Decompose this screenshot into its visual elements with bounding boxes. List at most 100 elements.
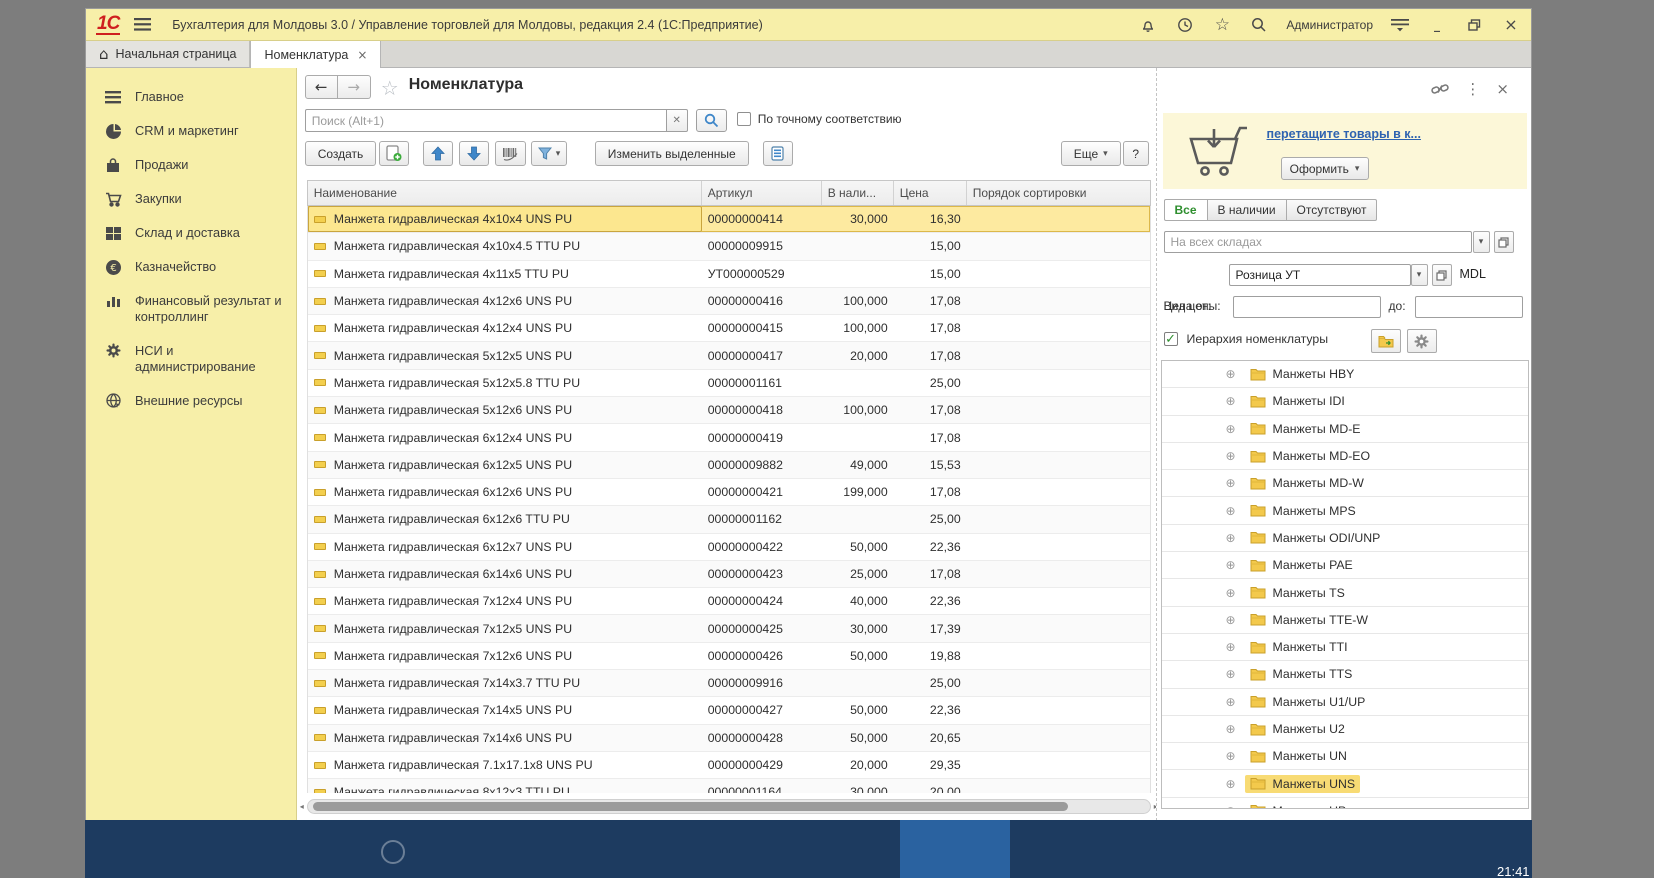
sidebar-item[interactable]: €Казначейство bbox=[86, 250, 296, 284]
restore-button[interactable] bbox=[1464, 15, 1484, 35]
expand-icon[interactable]: ⊕ bbox=[1224, 394, 1238, 408]
table-row[interactable]: Манжета гидравлическая 4x11x5 TTU PUУТ00… bbox=[308, 261, 1150, 288]
table-row[interactable]: Манжета гидравлическая 6x12x6 UNS PU0000… bbox=[308, 479, 1150, 506]
close-window-button[interactable]: × bbox=[1501, 15, 1521, 35]
tab-nomenclature[interactable]: Номенклатура × bbox=[250, 41, 381, 68]
tree-node[interactable]: ⊕Манжеты MPS bbox=[1162, 497, 1528, 524]
tree-node[interactable]: ⊕Манжеты IDI bbox=[1162, 388, 1528, 415]
more-options-dots-icon[interactable]: ⋮ bbox=[1465, 80, 1480, 98]
expand-icon[interactable]: ⊕ bbox=[1224, 640, 1238, 654]
tree-settings-gear-icon[interactable] bbox=[1407, 329, 1437, 353]
create-group-icon[interactable] bbox=[379, 141, 409, 166]
horizontal-scrollbar[interactable]: ◂ ▸ bbox=[307, 799, 1151, 814]
expand-icon[interactable]: ⊕ bbox=[1224, 722, 1238, 736]
tree-node[interactable]: ⊕Манжеты UN bbox=[1162, 743, 1528, 770]
filter-icon[interactable]: ▾ bbox=[531, 141, 568, 166]
price-from-input[interactable] bbox=[1233, 296, 1381, 318]
tree-node[interactable]: ⊕Манжеты TTS bbox=[1162, 661, 1528, 688]
warehouse-open-icon[interactable] bbox=[1494, 231, 1514, 253]
warehouse-dropdown-icon[interactable]: ▾ bbox=[1473, 231, 1490, 253]
sidebar-item[interactable]: Главное bbox=[86, 80, 296, 114]
expand-icon[interactable]: ⊕ bbox=[1224, 504, 1238, 518]
more-button[interactable]: Еще▾ bbox=[1061, 141, 1121, 166]
tree-node[interactable]: ⊕Манжеты MD-EO bbox=[1162, 443, 1528, 470]
expand-icon[interactable]: ⊕ bbox=[1224, 531, 1238, 545]
table-row[interactable]: Манжета гидравлическая 5x12x5 UNS PU0000… bbox=[308, 342, 1150, 369]
table-row[interactable]: Манжета гидравлическая 4x10x4 UNS PU0000… bbox=[308, 206, 1150, 233]
taskbar-active-button[interactable] bbox=[900, 820, 1010, 878]
price-to-input[interactable] bbox=[1415, 296, 1523, 318]
expand-icon[interactable]: ⊕ bbox=[1224, 422, 1238, 436]
minimize-button[interactable]: _ bbox=[1427, 15, 1447, 35]
favorites-star-icon[interactable]: ☆ bbox=[1212, 15, 1232, 35]
close-panel-icon[interactable]: × bbox=[1496, 80, 1509, 98]
table-row[interactable]: Манжета гидравлическая 6x12x6 TTU PU0000… bbox=[308, 506, 1150, 533]
sidebar-item[interactable]: Продажи bbox=[86, 148, 296, 182]
column-header[interactable]: Артикул bbox=[702, 181, 822, 205]
sidebar-item[interactable]: НСИ и администрирование bbox=[86, 334, 296, 384]
price-type-select[interactable]: Розница УТ bbox=[1229, 264, 1411, 286]
table-row[interactable]: Манжета гидравлическая 5x12x6 UNS PU0000… bbox=[308, 397, 1150, 424]
move-down-icon[interactable] bbox=[459, 141, 489, 166]
column-header[interactable]: В нали... bbox=[822, 181, 894, 205]
barcode-scanner-icon[interactable] bbox=[495, 141, 526, 166]
table-row[interactable]: Манжета гидравлическая 7x12x6 UNS PU0000… bbox=[308, 643, 1150, 670]
tree-node[interactable]: ⊕Манжеты U2 bbox=[1162, 716, 1528, 743]
expand-icon[interactable]: ⊕ bbox=[1224, 586, 1238, 600]
expand-icon[interactable]: ⊕ bbox=[1224, 476, 1238, 490]
table-row[interactable]: Манжета гидравлическая 4x12x4 UNS PU0000… bbox=[308, 315, 1150, 342]
price-type-dropdown-icon[interactable]: ▾ bbox=[1411, 264, 1428, 286]
tree-node[interactable]: ⊕Манжеты PAE bbox=[1162, 552, 1528, 579]
expand-icon[interactable]: ⊕ bbox=[1224, 695, 1238, 709]
tree-node[interactable]: ⊕Манжеты HBY bbox=[1162, 361, 1528, 388]
checkout-button[interactable]: Оформить▾ bbox=[1281, 157, 1369, 180]
expand-icon[interactable]: ⊕ bbox=[1224, 367, 1238, 381]
table-row[interactable]: Манжета гидравлическая 6x12x7 UNS PU0000… bbox=[308, 534, 1150, 561]
table-row[interactable]: Манжета гидравлическая 4x12x6 UNS PU0000… bbox=[308, 288, 1150, 315]
current-user[interactable]: Администратор bbox=[1286, 18, 1373, 32]
table-row[interactable]: Манжета гидравлическая 7.1x17.1x8 UNS PU… bbox=[308, 752, 1150, 779]
expand-icon[interactable]: ⊕ bbox=[1224, 449, 1238, 463]
table-row[interactable]: Манжета гидравлическая 4x10x4.5 TTU PU00… bbox=[308, 233, 1150, 260]
warehouse-select[interactable]: На всех складах bbox=[1164, 231, 1472, 253]
table-row[interactable]: Манжета гидравлическая 7x12x4 UNS PU0000… bbox=[308, 588, 1150, 615]
column-header[interactable]: Порядок сортировки bbox=[967, 181, 1150, 205]
notifications-bell-icon[interactable] bbox=[1138, 15, 1158, 35]
create-button[interactable]: Создать bbox=[305, 141, 377, 166]
tree-node[interactable]: ⊕Манжеты U1/UP bbox=[1162, 689, 1528, 716]
forward-button[interactable]: → bbox=[338, 75, 371, 99]
help-button[interactable]: ? bbox=[1123, 141, 1149, 166]
tree-node[interactable]: ⊕Манжеты TTI bbox=[1162, 634, 1528, 661]
table-row[interactable]: Манжета гидравлическая 7x14x3.7 TTU PU00… bbox=[308, 670, 1150, 697]
table-row[interactable]: Манжета гидравлическая 8x12x3 TTU PU0000… bbox=[308, 779, 1150, 793]
table-row[interactable]: Манжета гидравлическая 6x12x5 UNS PU0000… bbox=[308, 452, 1150, 479]
exact-match-checkbox[interactable] bbox=[737, 112, 751, 126]
drag-items-link[interactable]: перетащите товары в к... bbox=[1267, 127, 1421, 141]
get-link-icon[interactable] bbox=[1431, 82, 1449, 96]
column-header[interactable]: Цена bbox=[894, 181, 967, 205]
filter-tab[interactable]: Все bbox=[1164, 199, 1208, 221]
tree-node[interactable]: ⊕Манжеты TTE-W bbox=[1162, 607, 1528, 634]
user-menu-icon[interactable] bbox=[1390, 15, 1410, 35]
price-type-open-icon[interactable] bbox=[1432, 264, 1452, 286]
scroll-left-icon[interactable]: ◂ bbox=[300, 802, 304, 811]
taskbar-app-icon[interactable] bbox=[381, 840, 405, 864]
sidebar-item[interactable]: Финансовый результат и контроллинг bbox=[86, 284, 296, 334]
report-list-icon[interactable] bbox=[763, 141, 793, 166]
expand-icon[interactable]: ⊕ bbox=[1224, 804, 1238, 809]
table-row[interactable]: Манжета гидравлическая 5x12x5.8 TTU PU00… bbox=[308, 370, 1150, 397]
tab-close-icon[interactable]: × bbox=[357, 48, 367, 62]
column-header[interactable]: Наименование bbox=[308, 181, 702, 205]
global-search-icon[interactable] bbox=[1249, 15, 1269, 35]
filter-tab[interactable]: Отсутствуют bbox=[1286, 199, 1378, 221]
expand-icon[interactable]: ⊕ bbox=[1224, 667, 1238, 681]
tree-node[interactable]: ⊕Манжеты UP bbox=[1162, 798, 1528, 809]
expand-icon[interactable]: ⊕ bbox=[1224, 749, 1238, 763]
main-menu-icon[interactable] bbox=[132, 15, 152, 35]
sidebar-item[interactable]: Склад и доставка bbox=[86, 216, 296, 250]
favorite-star-icon[interactable]: ☆ bbox=[381, 76, 399, 100]
sidebar-item[interactable]: Закупки bbox=[86, 182, 296, 216]
back-button[interactable]: ← bbox=[305, 75, 338, 99]
tree-node[interactable]: ⊕Манжеты MD-W bbox=[1162, 470, 1528, 497]
tree-node[interactable]: ⊕Манжеты ODI/UNP bbox=[1162, 525, 1528, 552]
